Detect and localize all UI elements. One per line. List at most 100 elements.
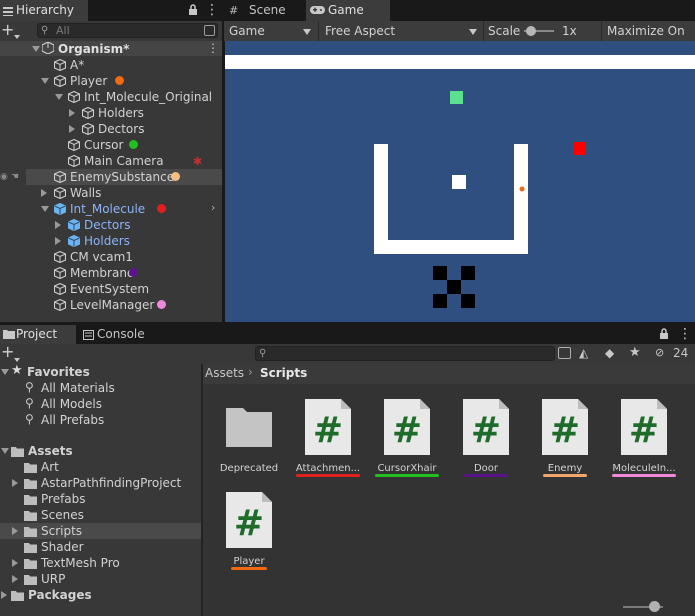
- favorite-label: All Models: [41, 397, 102, 411]
- script-file-item[interactable]: # Player: [213, 491, 285, 567]
- lock-icon[interactable]: [188, 4, 198, 19]
- menu-icon[interactable]: ⋮: [205, 2, 219, 18]
- gameobject-cube-icon: [53, 170, 67, 184]
- label-tag-icon[interactable]: ◆: [605, 346, 614, 360]
- hierarchy-item[interactable]: CM vcam1: [0, 249, 222, 265]
- zoom-slider-handle[interactable]: [649, 601, 660, 612]
- aspect-dropdown[interactable]: Free Aspect: [320, 21, 482, 41]
- collapse-arrow-icon[interactable]: [55, 221, 61, 229]
- game-canvas[interactable]: [225, 41, 695, 322]
- green-square: [450, 91, 463, 104]
- script-file-item[interactable]: # Attachmen...: [292, 398, 364, 474]
- script-file-item[interactable]: # Enemy: [529, 398, 601, 474]
- favorites-header[interactable]: ★ Favorites: [0, 363, 201, 380]
- collapse-arrow-icon[interactable]: [69, 125, 75, 133]
- tab-scene[interactable]: # Scene: [225, 0, 303, 21]
- asset-folder-item[interactable]: Scenes: [0, 507, 201, 523]
- hierarchy-item[interactable]: Holders: [0, 105, 222, 121]
- hierarchy-root-row[interactable]: Organism* ⋮: [0, 41, 222, 56]
- display-dropdown[interactable]: Game: [225, 21, 315, 41]
- hierarchy-item[interactable]: Int_Molecule_Original: [0, 89, 222, 105]
- favorite-star-icon[interactable]: ★: [629, 345, 641, 360]
- file-name: Player: [233, 556, 265, 567]
- hierarchy-item[interactable]: Int_Molecule: [0, 201, 222, 217]
- hierarchy-search-input[interactable]: ⚲ All: [37, 23, 218, 38]
- expand-arrow-icon[interactable]: [41, 78, 49, 84]
- favorite-item[interactable]: ⚲ All Models: [0, 396, 201, 412]
- asset-folder-item[interactable]: Shader: [0, 539, 201, 555]
- gizmo-color-icon: [157, 300, 166, 309]
- collapse-arrow-icon[interactable]: [12, 479, 18, 487]
- chevron-right-icon[interactable]: ›: [211, 201, 215, 214]
- asset-folder-item[interactable]: Art: [0, 459, 201, 475]
- favorite-item[interactable]: ⚲ All Materials: [0, 380, 201, 396]
- hidden-count: 24: [673, 346, 689, 360]
- asset-folder-item[interactable]: Prefabs: [0, 491, 201, 507]
- search-by-type-icon[interactable]: [558, 347, 571, 359]
- assets-header[interactable]: Assets: [0, 443, 201, 459]
- asset-folder-item[interactable]: Scripts: [0, 523, 201, 539]
- scene-menu-icon[interactable]: ⋮: [207, 40, 219, 56]
- gameobject-cube-icon: [53, 298, 67, 312]
- collapse-arrow-icon[interactable]: [55, 237, 61, 245]
- prefab-cube-icon: [67, 218, 81, 232]
- maximize-on-play-toggle[interactable]: Maximize On Pl: [607, 21, 695, 41]
- expand-arrow-icon[interactable]: [55, 94, 63, 100]
- packages-header[interactable]: Packages: [0, 587, 201, 603]
- assets-label: Assets: [28, 444, 73, 458]
- hierarchy-item[interactable]: EventSystem: [0, 281, 222, 297]
- script-file-item[interactable]: # Door: [450, 398, 522, 474]
- collapse-arrow-icon[interactable]: [41, 189, 47, 197]
- hierarchy-item[interactable]: Membrane: [0, 265, 222, 281]
- hierarchy-item[interactable]: EnemySubstance: [26, 169, 222, 185]
- add-icon[interactable]: +: [1, 20, 14, 39]
- expand-arrow-icon[interactable]: [32, 46, 40, 52]
- hierarchy-item[interactable]: Dectors: [0, 121, 222, 137]
- hierarchy-item[interactable]: LevelManager: [0, 297, 222, 313]
- collapse-arrow-icon[interactable]: [12, 559, 18, 567]
- folder-label: Scenes: [41, 508, 84, 522]
- collapse-arrow-icon[interactable]: [1, 591, 7, 599]
- scale-slider-handle[interactable]: [526, 26, 536, 36]
- script-file-item[interactable]: # MoleculeIn...: [608, 398, 680, 474]
- folder-label: TextMesh Pro: [41, 556, 120, 570]
- hierarchy-item[interactable]: Holders: [0, 233, 222, 249]
- folder-item[interactable]: Deprecated: [213, 398, 285, 474]
- expand-arrow-icon[interactable]: [1, 369, 9, 375]
- breadcrumb-item[interactable]: Scripts: [260, 366, 307, 380]
- hierarchy-item[interactable]: A*: [0, 57, 222, 73]
- hierarchy-item[interactable]: Main Camera ✱: [0, 153, 222, 169]
- red-square: [573, 142, 586, 155]
- asset-folder-item[interactable]: URP: [0, 571, 201, 587]
- visibility-icon[interactable]: ◉: [0, 172, 8, 182]
- svg-text:#: #: [629, 410, 659, 451]
- hidden-eye-icon[interactable]: ⊘: [655, 346, 664, 359]
- asset-folder-item[interactable]: AstarPathfindingProject: [0, 475, 201, 491]
- breadcrumb-item[interactable]: Assets: [205, 366, 244, 380]
- hierarchy-item-label: Holders: [84, 234, 130, 248]
- expand-arrow-icon[interactable]: [41, 206, 49, 212]
- hierarchy-item[interactable]: Cursor: [0, 137, 222, 153]
- add-icon[interactable]: +: [1, 342, 14, 361]
- menu-icon[interactable]: ⋮: [678, 326, 692, 342]
- dropdown-arrow-icon[interactable]: [14, 28, 20, 42]
- tab-game[interactable]: Game: [306, 0, 390, 21]
- asset-folder-item[interactable]: TextMesh Pro: [0, 555, 201, 571]
- hierarchy-item[interactable]: Dectors: [0, 217, 222, 233]
- collapse-arrow-icon[interactable]: [12, 575, 18, 583]
- project-search-input[interactable]: ⚲: [255, 346, 555, 361]
- tab-hierarchy[interactable]: Hierarchy: [0, 0, 88, 21]
- hierarchy-item[interactable]: Walls: [0, 185, 222, 201]
- gizmo-color-icon: [157, 204, 166, 213]
- collapse-arrow-icon[interactable]: [69, 109, 75, 117]
- pickability-icon[interactable]: ☚: [11, 172, 19, 182]
- expand-arrow-icon[interactable]: [1, 448, 9, 454]
- script-file-item[interactable]: # CursorXhair: [371, 398, 443, 474]
- tab-console[interactable]: Console: [80, 325, 160, 344]
- filter-by-type-icon[interactable]: ◭: [579, 346, 588, 360]
- favorite-item[interactable]: ⚲ All Prefabs: [0, 412, 201, 428]
- scene-filter-icon[interactable]: [204, 25, 215, 36]
- collapse-arrow-icon[interactable]: [12, 527, 18, 535]
- hierarchy-item[interactable]: Player: [0, 73, 222, 89]
- lock-icon[interactable]: [659, 328, 669, 343]
